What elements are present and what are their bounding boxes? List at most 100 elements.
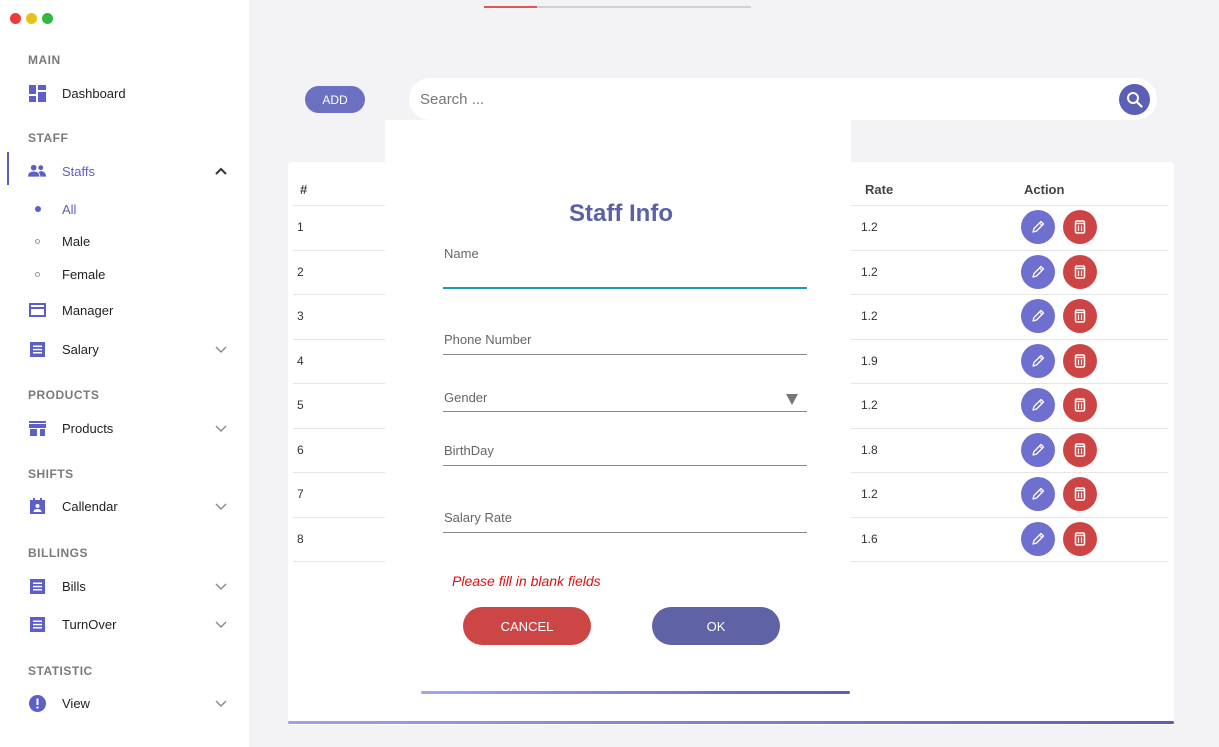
pencil-icon [1032,532,1045,545]
sidebar-item-label: Callendar [62,498,118,514]
sidebar-item-label: View [62,695,90,711]
section-main: MAIN [28,53,61,67]
delete-button[interactable] [1063,343,1097,378]
cell-rate: 1.2 [861,398,878,413]
chevron-down-icon[interactable] [214,342,228,356]
delete-button[interactable] [1063,254,1097,289]
list-icon [28,340,46,358]
phone-number-field[interactable] [443,331,807,353]
sidebar-item-dashboard[interactable]: Dashboard [0,78,249,108]
maximize-window-button[interactable] [42,13,53,24]
trash-icon [1074,265,1086,279]
cell-index: 7 [297,487,304,502]
phone-field-underline [443,354,807,355]
chevron-up-icon[interactable] [214,164,228,178]
section-staff: STAFF [28,131,69,145]
people-icon [28,162,46,180]
pencil-icon [1032,310,1045,322]
chevron-down-icon[interactable] [214,579,228,593]
trash-icon [1074,532,1086,546]
delete-button[interactable] [1063,521,1097,556]
edit-button[interactable] [1021,388,1055,423]
section-shifts: SHIFTS [28,467,74,481]
name-field-underline [443,287,807,289]
cell-index: 1 [297,220,304,235]
section-products: PRODUCTS [28,388,100,402]
minimize-window-button[interactable] [26,13,37,24]
sidebar-item-products[interactable]: Products [0,413,249,443]
cancel-button[interactable]: CANCEL [463,607,591,645]
cell-index: 6 [297,442,304,457]
name-field-label: Name [444,246,479,261]
sidebar-item-staffs[interactable]: Staffs [0,156,249,186]
cell-rate: 1.6 [861,531,878,546]
sidebar-item-calendar[interactable]: Callendar [0,491,249,521]
pencil-icon [1032,488,1045,500]
name-field[interactable] [443,264,807,286]
dialog-title: Staff Info [569,200,673,227]
delete-button[interactable] [1063,477,1097,512]
sidebar-sub-male[interactable]: Male [0,229,249,253]
cell-index: 4 [297,353,304,368]
pencil-icon [1032,354,1045,367]
chevron-down-icon[interactable] [214,499,228,513]
trash-icon [1074,398,1086,412]
sidebar-item-label: Products [62,420,114,436]
search-button[interactable] [1119,84,1150,115]
ok-button[interactable]: OK [652,607,780,645]
search-input[interactable] [420,88,1100,110]
sidebar-item-view[interactable]: View [0,688,249,718]
edit-button[interactable] [1021,299,1055,334]
pencil-icon [1032,265,1045,278]
sidebar-sub-female[interactable]: Female [0,262,249,286]
sidebar-item-bills[interactable]: Bills [0,571,249,601]
card-accent-bar [288,721,1174,724]
window-controls [10,13,53,24]
edit-button[interactable] [1021,210,1055,245]
trash-icon [1074,309,1086,323]
sidebar-item-turnover[interactable]: TurnOver [0,609,249,639]
edit-button[interactable] [1021,343,1055,378]
birthday-field[interactable] [443,442,807,464]
pencil-icon [1032,221,1045,233]
trash-icon [1074,220,1086,234]
delete-button[interactable] [1063,388,1097,423]
dropdown-arrow-icon[interactable] [786,394,798,405]
section-billings: BILLINGS [28,546,88,560]
cell-index: 8 [297,531,304,546]
edit-button[interactable] [1021,254,1055,289]
add-button[interactable]: ADD [305,86,365,113]
bullet-icon [35,238,40,244]
dashboard-icon [28,84,46,102]
salary-rate-field-underline [443,532,807,533]
edit-button[interactable] [1021,432,1055,467]
edit-button[interactable] [1021,521,1055,556]
gender-field-underline [443,411,807,412]
search-icon [1127,92,1143,108]
column-header-action: Action [1024,182,1065,197]
sidebar-sub-label: All [62,201,77,217]
sidebar-sub-label: Female [62,266,106,282]
column-header-rate: Rate [865,182,894,197]
edit-button[interactable] [1021,477,1055,512]
chevron-down-icon[interactable] [214,421,228,435]
sidebar-sub-label: Male [62,233,91,249]
sidebar-item-manager[interactable]: Manager [0,295,249,325]
search-bar [409,78,1157,120]
chevron-down-icon[interactable] [214,696,228,710]
delete-button[interactable] [1063,432,1097,467]
cell-rate: 1.9 [861,353,878,368]
delete-button[interactable] [1063,210,1097,245]
sidebar-item-salary[interactable]: Salary [0,334,249,364]
chevron-down-icon[interactable] [214,617,228,631]
card-icon [28,301,46,319]
cell-rate: 1.2 [861,309,878,324]
delete-button[interactable] [1063,299,1097,334]
salary-rate-field[interactable] [443,509,807,531]
sidebar-item-label: Staffs [62,163,96,179]
cell-index: 3 [297,309,304,324]
gender-select[interactable] [443,388,807,410]
close-window-button[interactable] [10,13,21,24]
sidebar-sub-all[interactable]: All [0,197,249,221]
calendar-icon [28,497,46,515]
